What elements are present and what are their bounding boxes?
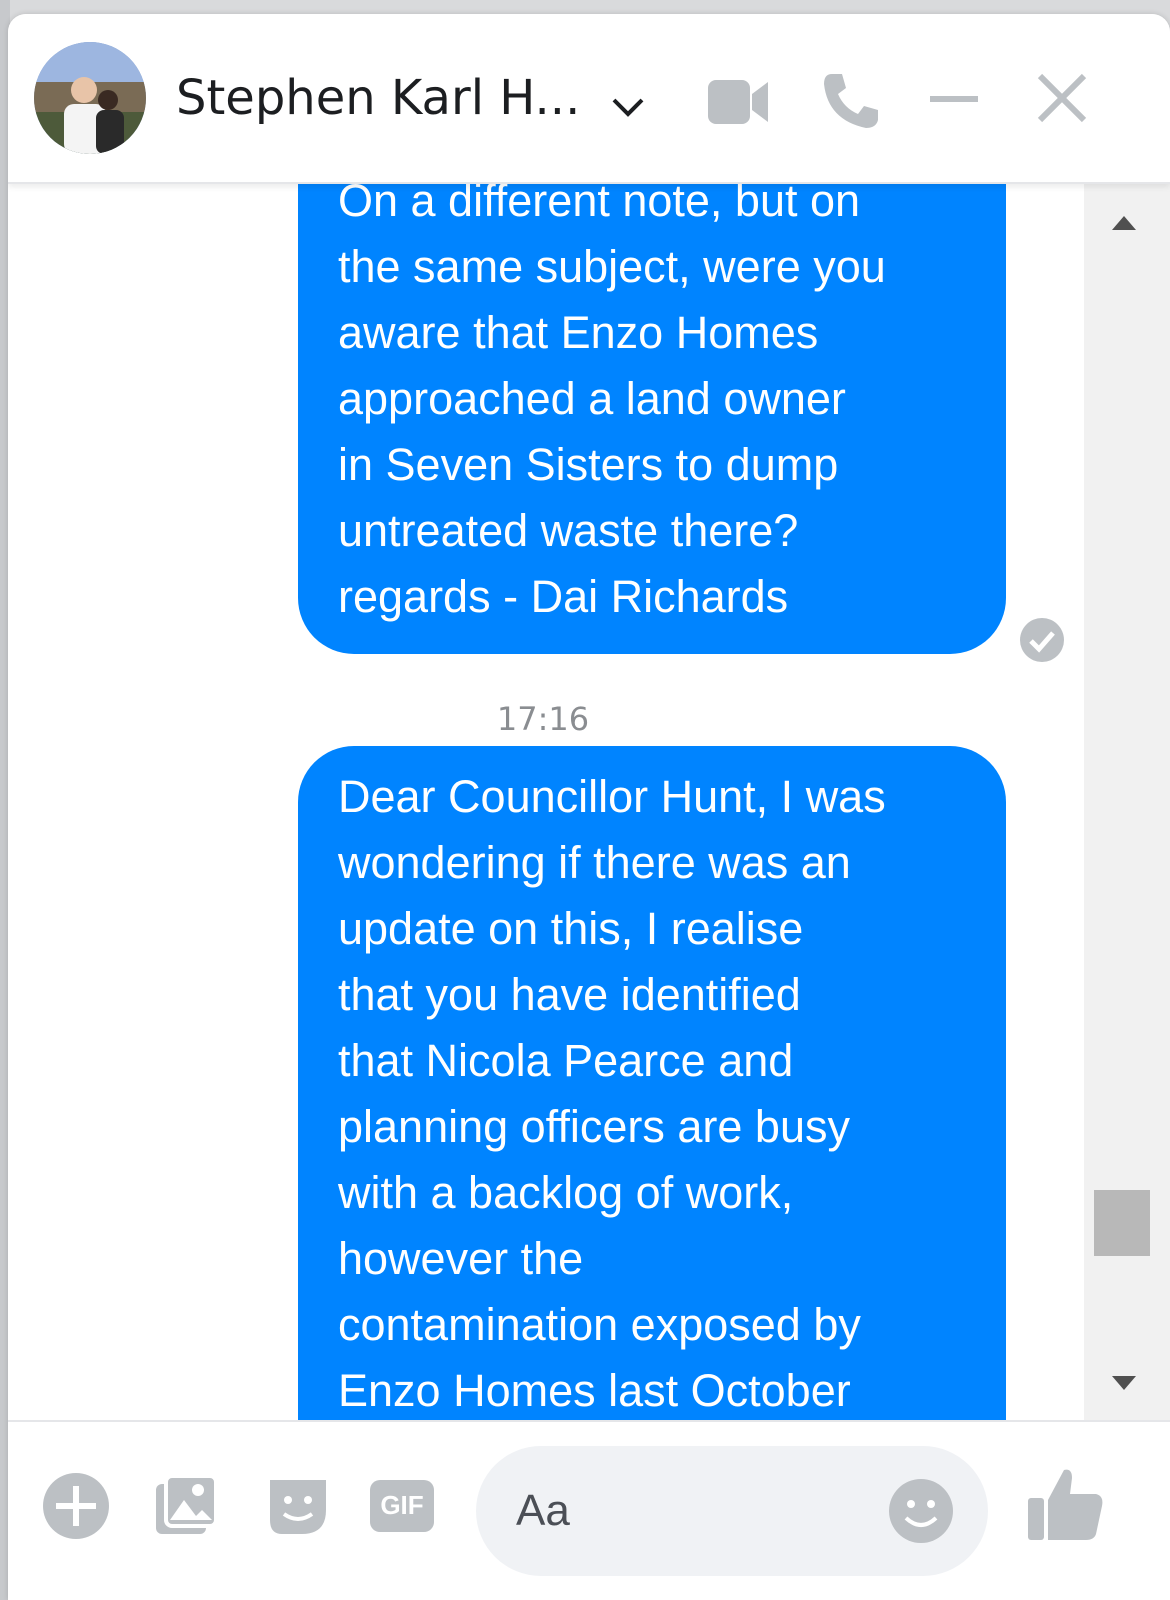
gif-label: GIF (380, 1490, 424, 1520)
chat-window: Stephen Karl H... On a different note, b… (8, 14, 1170, 1600)
emoji-icon[interactable] (886, 1476, 956, 1546)
message-input-placeholder: Aa (516, 1486, 570, 1535)
message-text: On a different note, but on the same sub… (338, 184, 886, 622)
gif-button[interactable]: GIF (366, 1470, 438, 1542)
scroll-up-arrow-icon[interactable] (1104, 208, 1144, 238)
message-list: On a different note, but on the same sub… (8, 184, 1084, 1420)
contact-name[interactable]: Stephen Karl H... (176, 70, 580, 126)
message-input[interactable]: Aa (476, 1446, 988, 1576)
close-icon[interactable] (1032, 68, 1092, 128)
message-text: Dear Councillor Hunt, I was wondering if… (338, 771, 886, 1416)
photo-icon[interactable] (150, 1470, 222, 1542)
chat-header: Stephen Karl H... (8, 14, 1170, 184)
outgoing-message[interactable]: Dear Councillor Hunt, I was wondering if… (298, 746, 1006, 1420)
scroll-down-arrow-icon[interactable] (1104, 1368, 1144, 1398)
outgoing-message[interactable]: On a different note, but on the same sub… (298, 184, 1006, 654)
phone-call-icon[interactable] (820, 70, 880, 132)
seen-check-icon (1018, 616, 1066, 664)
message-composer: GIF Aa (8, 1420, 1170, 1600)
scrollbar-thumb[interactable] (1094, 1190, 1150, 1256)
message-timestamp: 17:16 (496, 700, 590, 738)
avatar[interactable] (34, 42, 146, 154)
chevron-down-icon[interactable] (608, 92, 648, 122)
scrollbar[interactable] (1084, 184, 1170, 1420)
like-icon[interactable] (1024, 1462, 1108, 1546)
sticker-icon[interactable] (262, 1470, 334, 1542)
plus-icon[interactable] (40, 1470, 112, 1542)
video-call-icon[interactable] (706, 76, 772, 128)
minimize-icon[interactable] (924, 84, 984, 114)
